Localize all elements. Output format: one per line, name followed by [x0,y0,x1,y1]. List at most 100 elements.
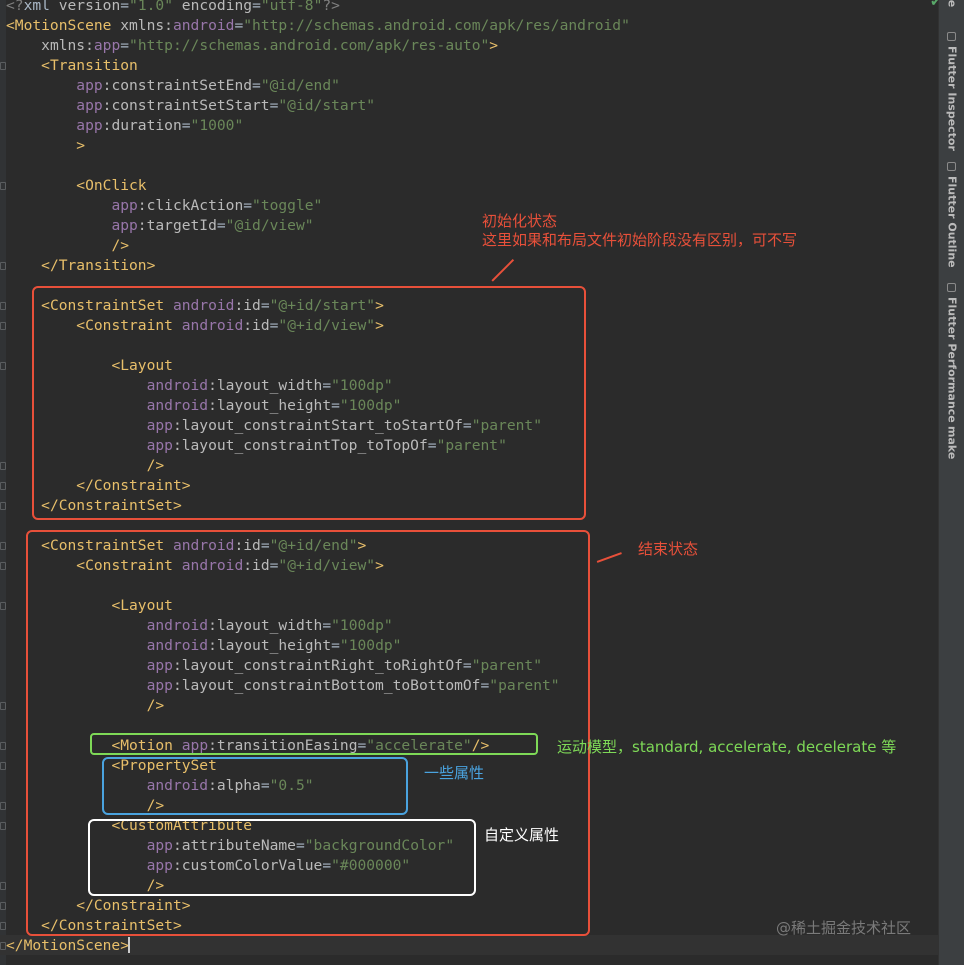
property-note: 一些属性 [424,764,485,782]
fold-marker-icon[interactable] [0,882,6,890]
tab-flutter-performance[interactable]: Flutter Performance [939,297,964,423]
fold-marker-icon[interactable] [0,182,6,190]
code-line[interactable]: > [6,136,85,156]
code-line[interactable]: app:constraintSetEnd="@id/end" [6,76,340,96]
code-token: "@id/view" [225,217,314,234]
fold-marker-icon[interactable] [0,322,6,330]
code-token: "@id/end" [260,77,340,94]
fold-marker-icon[interactable] [0,742,6,750]
code-token: "@id/start" [278,97,376,114]
code-token: app [111,217,138,234]
code-line[interactable]: </MotionScene> [6,936,129,956]
end-state-title: 结束状态 [638,540,699,558]
fold-marker-icon[interactable] [0,462,6,470]
code-token: <? [6,0,24,14]
code-token: = [234,17,244,34]
code-token: </Transition> [41,257,156,274]
tab-flutter-outline-label: Flutter Outline [945,176,959,268]
motion-note: 运动模型，standard, accelerate, decelerate 等 [557,738,897,756]
fold-marker-icon[interactable] [0,482,6,490]
code-line[interactable]: <OnClick [6,176,147,196]
fold-marker-icon[interactable] [0,262,6,270]
code-token: app [93,37,121,54]
flutter-inspector-icon [947,32,956,41]
code-token: = [216,217,226,234]
start-state-title: 初始化状态 [482,212,558,230]
code-token: "toggle" [252,197,323,214]
fold-marker-icon[interactable] [0,822,6,830]
code-token: <OnClick [76,177,147,194]
fold-marker-icon[interactable] [0,542,6,550]
code-token: :duration [102,117,182,134]
code-line[interactable]: /> [6,236,129,256]
fold-marker-icon[interactable] [0,762,6,770]
code-token: :constraintSetStart [102,97,270,114]
tab-make[interactable]: make [939,426,964,459]
code-token: "http://schemas.android.com/apk/res/andr… [243,17,630,34]
code-token: app [76,117,103,134]
code-token: :clickAction [137,197,244,214]
code-line[interactable]: </Transition> [6,256,155,276]
fold-marker-icon[interactable] [0,562,6,570]
code-token: </MotionScene> [6,937,130,954]
code-token: app [111,197,138,214]
code-line[interactable]: <MotionScene xmlns:android="http://schem… [6,16,630,36]
watermark: @稀土掘金技术社区 [776,919,912,937]
fold-marker-icon[interactable] [0,602,6,610]
code-token: > [489,37,499,54]
code-token: = [120,37,130,54]
tab-flutter-inspector[interactable]: Flutter Inspector [939,46,964,151]
code-line[interactable]: app:targetId="@id/view" [6,216,314,236]
fold-marker-icon[interactable] [0,802,6,810]
code-token: version [58,0,121,14]
property-set-box [102,757,408,815]
tab-make-label: make [945,426,959,460]
fold-marker-icon[interactable] [0,502,6,510]
code-line[interactable]: xmlns:app="http://schemas.android.com/ap… [6,36,498,56]
flutter-outline-icon [947,162,956,171]
fold-marker-icon[interactable] [0,942,6,950]
code-token: xmlns: [41,37,94,54]
code-token: "1000" [190,117,244,134]
fold-marker-icon[interactable] [0,922,6,930]
tool-tab-top-label: le [945,0,959,8]
code-token: xmlns: [120,17,173,34]
code-token: :targetId [137,217,217,234]
tool-tab-top[interactable]: le [939,0,964,7]
code-token: = [243,197,253,214]
code-token: :constraintSetEnd [102,77,253,94]
fold-marker-icon[interactable] [0,62,6,70]
custom-attribute-box [88,819,476,896]
tab-flutter-performance-label: Flutter Performance [945,297,959,423]
tool-window-strip: le Flutter Inspector Flutter Outline Flu… [938,0,964,965]
fold-marker-icon[interactable] [0,902,6,910]
code-line[interactable]: <Transition [6,56,138,76]
tab-flutter-outline[interactable]: Flutter Outline [939,176,964,268]
code-token: "1.0" [129,0,173,14]
fold-marker-icon[interactable] [0,362,6,370]
code-token: = [120,0,130,14]
text-cursor [128,937,130,953]
fold-marker-icon[interactable] [0,302,6,310]
code-line[interactable]: app:clickAction="toggle" [6,196,322,216]
code-token: xml [23,0,59,14]
code-line[interactable]: <?xml version="1.0" encoding="utf-8"?> [6,0,340,16]
fold-marker-icon[interactable] [0,702,6,710]
code-token: "http://schemas.android.com/apk/res-auto… [129,37,490,54]
tab-flutter-inspector-label: Flutter Inspector [945,46,959,151]
code-token: ?> [322,0,340,14]
code-line[interactable]: app:duration="1000" [6,116,243,136]
code-line[interactable]: app:constraintSetStart="@id/start" [6,96,375,116]
